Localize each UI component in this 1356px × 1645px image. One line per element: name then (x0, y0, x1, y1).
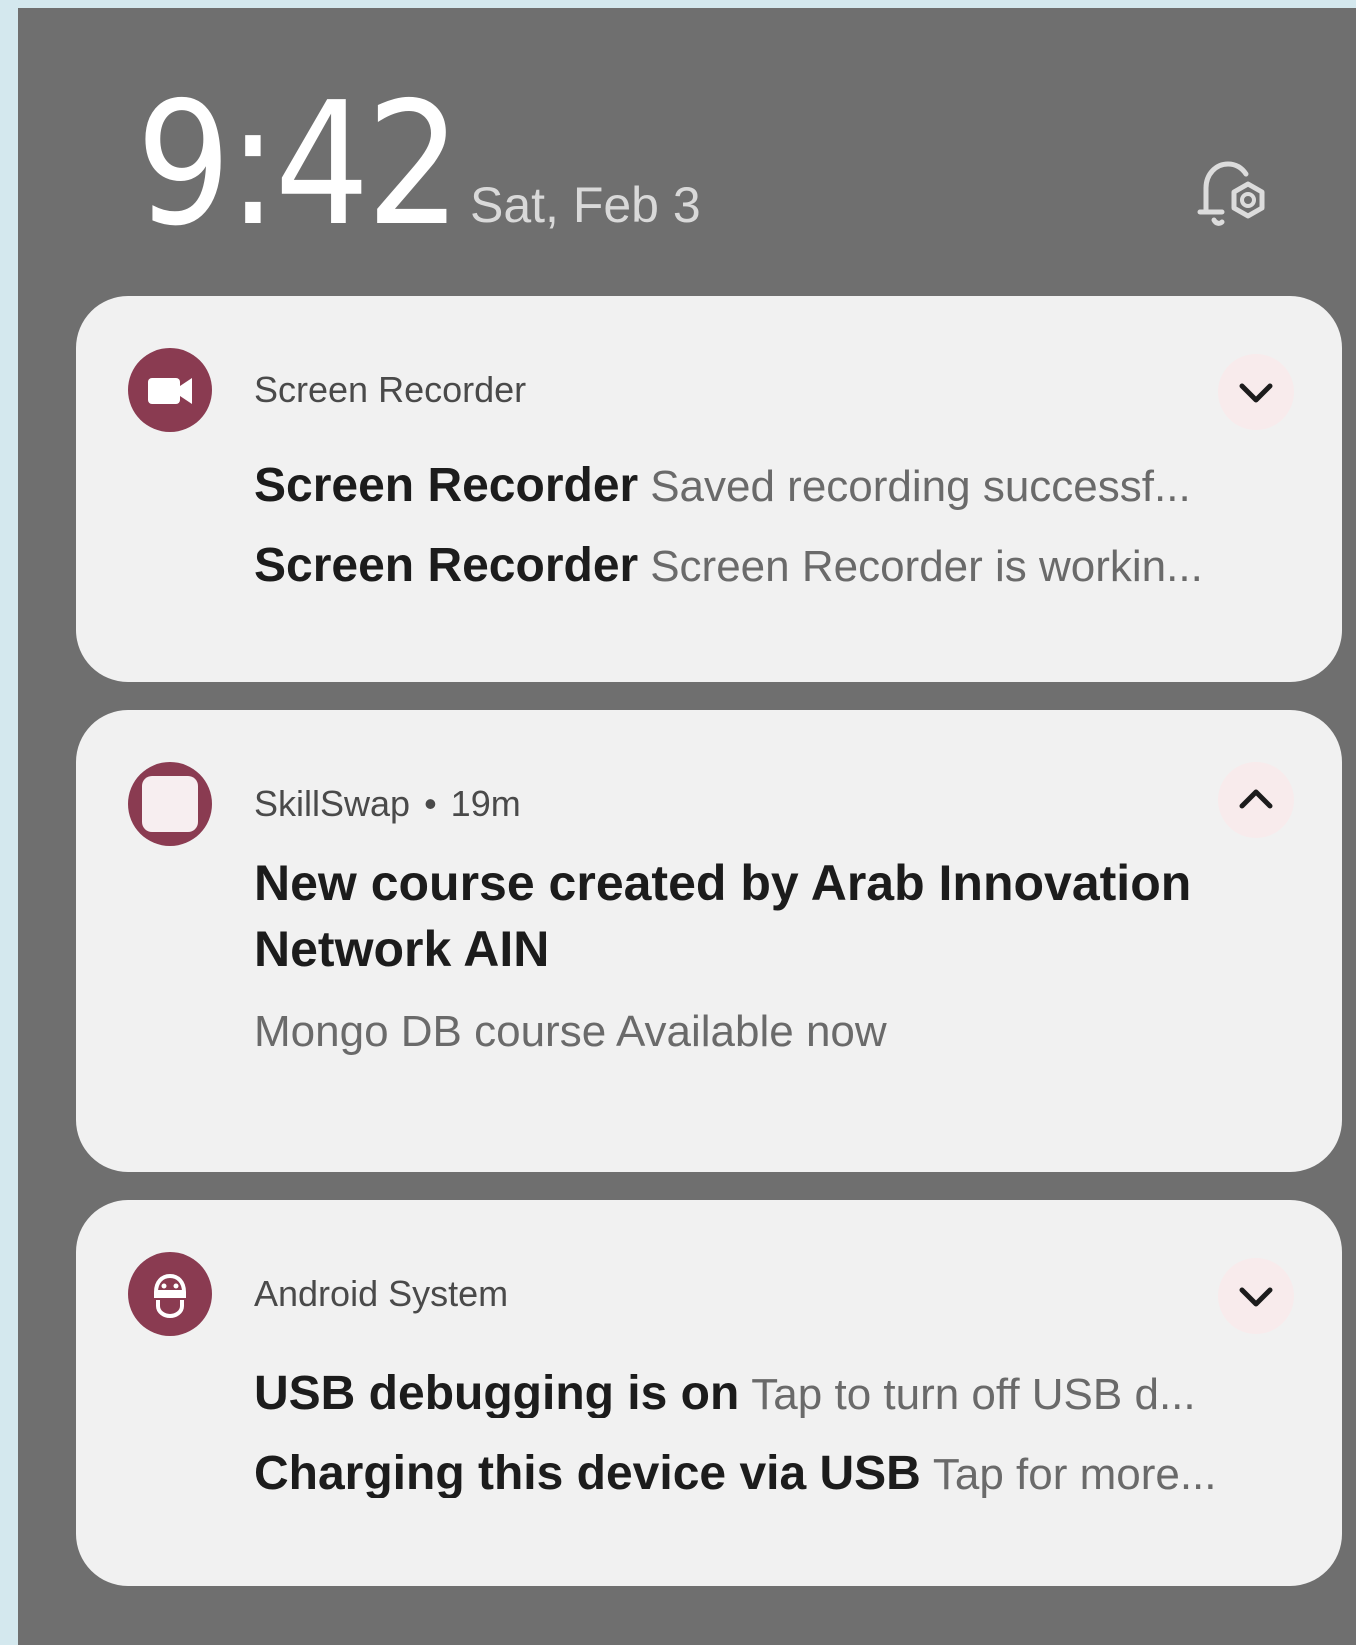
app-square-icon (128, 762, 212, 846)
notification-android-system[interactable]: Android System USB debugging is on Tap to… (76, 1200, 1342, 1586)
notification-screen-recorder[interactable]: Screen Recorder Screen Recorder Saved rec… (76, 296, 1342, 682)
notification-text: Tap for more... (932, 1450, 1217, 1498)
notification-row[interactable]: Screen Recorder Screen Recorder is workin… (254, 542, 1334, 590)
clock: 9:42 (136, 66, 461, 264)
video-camera-icon (128, 348, 212, 432)
app-name: Screen Recorder (254, 369, 527, 410)
notification-time: 19m (450, 783, 521, 824)
notification-title: Screen Recorder (254, 462, 639, 510)
date: Sat, Feb 3 (470, 177, 701, 233)
notification-title: New course created by Arab Innovation Ne… (254, 855, 1192, 977)
android-robot-icon (128, 1252, 212, 1336)
separator-dot: • (424, 783, 437, 824)
notification-text: Mongo DB course Available now (254, 1007, 887, 1056)
notification-title: USB debugging is on (254, 1370, 740, 1418)
notification-title: Charging this device via USB (254, 1450, 921, 1498)
chevron-down-icon[interactable] (1218, 1258, 1294, 1334)
app-name: SkillSwap • 19m (254, 786, 521, 822)
notification-text: Saved recording successf... (650, 462, 1191, 510)
notification-skillswap[interactable]: SkillSwap • 19m New course created by Arab… (76, 710, 1342, 1172)
notification-text: Tap to turn off USB d... (751, 1370, 1196, 1418)
notification-title: Screen Recorder (254, 542, 639, 590)
chevron-down-icon[interactable] (1218, 354, 1294, 430)
chevron-up-icon[interactable] (1218, 762, 1294, 838)
notification-shade: 9:42 Sat, Feb 3 Screen Recorder Screen R… (18, 8, 1356, 1645)
notification-text: Screen Recorder is workin... (650, 542, 1203, 590)
notification-row[interactable]: Charging this device via USB Tap for more… (254, 1450, 1334, 1498)
notification-row[interactable]: USB debugging is on Tap to turn off USB d… (254, 1370, 1334, 1418)
notification-settings-icon[interactable] (1186, 150, 1272, 236)
app-name: Android System (254, 1273, 509, 1314)
notification-row[interactable]: Screen Recorder Saved recording successf.… (254, 462, 1334, 510)
app-name-label: SkillSwap (254, 783, 411, 824)
